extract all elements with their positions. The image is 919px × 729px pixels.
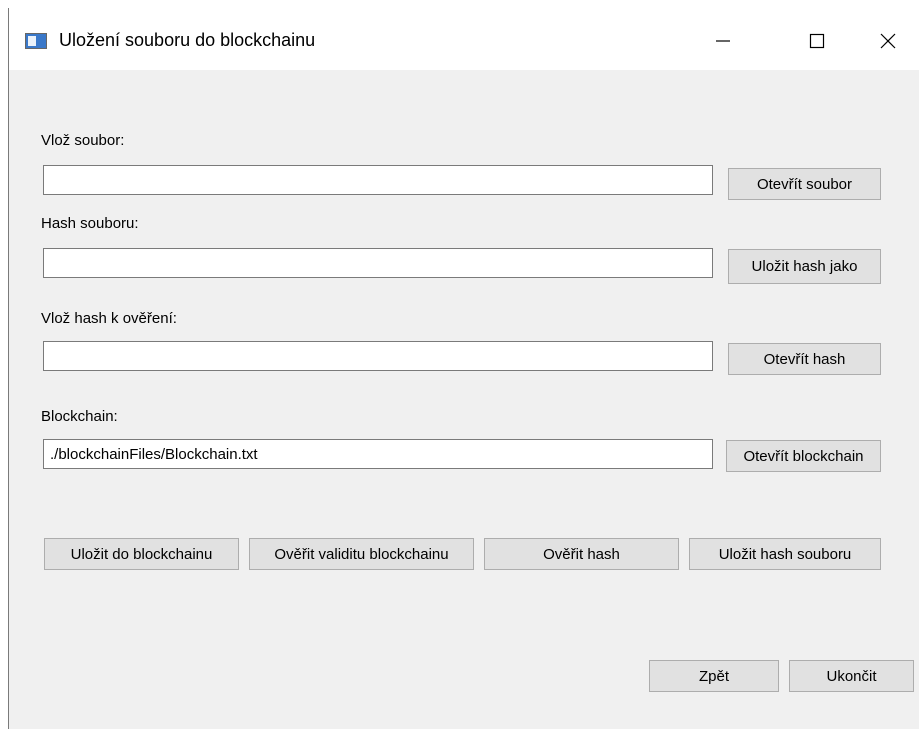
minimize-button[interactable] — [700, 16, 746, 66]
open-hash-button[interactable]: Otevřít hash — [728, 343, 881, 375]
open-blockchain-button[interactable]: Otevřít blockchain — [726, 440, 881, 472]
verify-blockchain-validity-button[interactable]: Ověřit validitu blockchainu — [249, 538, 474, 570]
save-file-hash-button[interactable]: Uložit hash souboru — [689, 538, 881, 570]
file-path-input[interactable] — [43, 165, 713, 195]
hash-output-input[interactable] — [43, 248, 713, 278]
verify-hash-input[interactable] — [43, 341, 713, 371]
close-button[interactable] — [865, 16, 911, 66]
blockchain-path-input[interactable] — [43, 439, 713, 469]
quit-button[interactable]: Ukončit — [789, 660, 914, 692]
window-title: Uložení souboru do blockchainu — [59, 30, 316, 50]
hash-label: Hash souboru: — [41, 215, 139, 232]
minimize-icon — [716, 40, 730, 42]
file-label: Vlož soubor: — [41, 132, 125, 149]
main-window: Uložení souboru do blockchainu Vlož soub… — [8, 8, 919, 729]
verify-hash-button[interactable]: Ověřit hash — [484, 538, 679, 570]
title-bar: Uložení souboru do blockchainu — [9, 8, 919, 70]
maximize-icon — [809, 33, 825, 49]
maximize-button[interactable] — [794, 16, 840, 66]
save-to-blockchain-button[interactable]: Uložit do blockchainu — [44, 538, 239, 570]
open-file-button[interactable]: Otevřít soubor — [728, 168, 881, 200]
app-icon — [25, 33, 47, 49]
verify-hash-label: Vlož hash k ověření: — [41, 310, 177, 327]
close-icon — [880, 33, 896, 49]
blockchain-label: Blockchain: — [41, 408, 118, 425]
save-hash-as-button[interactable]: Uložit hash jako — [728, 249, 881, 284]
back-button[interactable]: Zpět — [649, 660, 779, 692]
